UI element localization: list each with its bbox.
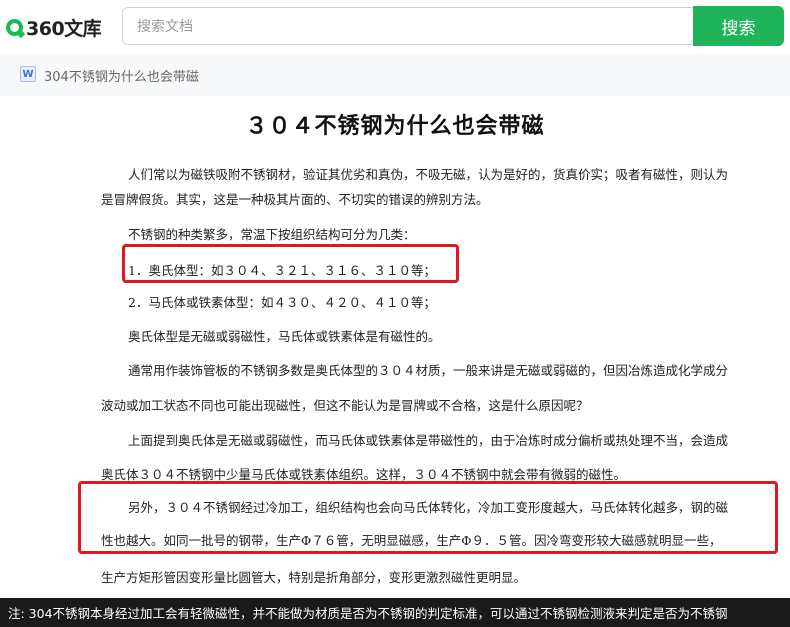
paragraph-line: 是冒牌假货。其实，这是一种极其片面的、不切实的错误的辨别方法。 bbox=[101, 192, 489, 207]
list-item-martensite: 2．马氏体或铁素体型：如４３０、４２０、４１０等； bbox=[128, 295, 436, 310]
paragraph-line: 通常用作装饰管板的不锈钢多数是奥氏体型的３０４材质，一般来讲是无磁或弱磁的，但因… bbox=[128, 363, 729, 378]
paragraph-line: 波动或加工状态不同也可能出现磁性，但这不能认为是冒牌或不合格，这是什么原因呢？ bbox=[101, 398, 589, 413]
paragraph-line: 奥氏体型是无磁或弱磁性，马氏体或铁素体是有磁性的。 bbox=[128, 329, 441, 344]
highlight-box-cold-work bbox=[78, 481, 778, 554]
breadcrumb: W 304不锈钢为什么也会带磁 bbox=[0, 54, 790, 97]
logo-text: 360文库 bbox=[26, 17, 102, 40]
highlight-box-austenite bbox=[122, 244, 459, 283]
document-page: ３０４不锈钢为什么也会带磁 人们常以为磁铁吸附不锈钢材，验证其优劣和真伪，不吸无… bbox=[0, 96, 790, 601]
paragraph-line: 生产方矩形管因变形量比圆管大，特别是折角部分，变形更激烈磁性更明显。 bbox=[101, 570, 527, 585]
word-doc-icon: W bbox=[20, 66, 36, 82]
breadcrumb-doc-title[interactable]: 304不锈钢为什么也会带磁 bbox=[44, 66, 199, 85]
paragraph-line: 不锈钢的种类繁多，常温下按组织结构可分为几类： bbox=[128, 227, 416, 242]
search-button[interactable]: 搜索 bbox=[693, 6, 784, 46]
logo-icon bbox=[6, 18, 23, 36]
caption-note: 注: 304不锈钢本身经过加工会有轻微磁性，并不能做为材质是否为不锈钢的判定标准… bbox=[0, 598, 790, 627]
paragraph-line: 人们常以为磁铁吸附不锈钢材，验证其优劣和真伪，不吸无磁，认为是好的，货真价实；吸… bbox=[128, 167, 729, 182]
search-input[interactable] bbox=[135, 8, 679, 46]
paragraph-line: 上面提到奥氏体是无磁或弱磁性，而马氏体或铁素体是带磁性的，由于冶炼时成分偏析或热… bbox=[128, 433, 729, 448]
search-box bbox=[122, 7, 696, 46]
top-header: 360文库 搜索 bbox=[0, 0, 790, 54]
document-title: ３０４不锈钢为什么也会带磁 bbox=[245, 113, 545, 139]
site-logo[interactable]: 360文库 bbox=[6, 14, 102, 40]
